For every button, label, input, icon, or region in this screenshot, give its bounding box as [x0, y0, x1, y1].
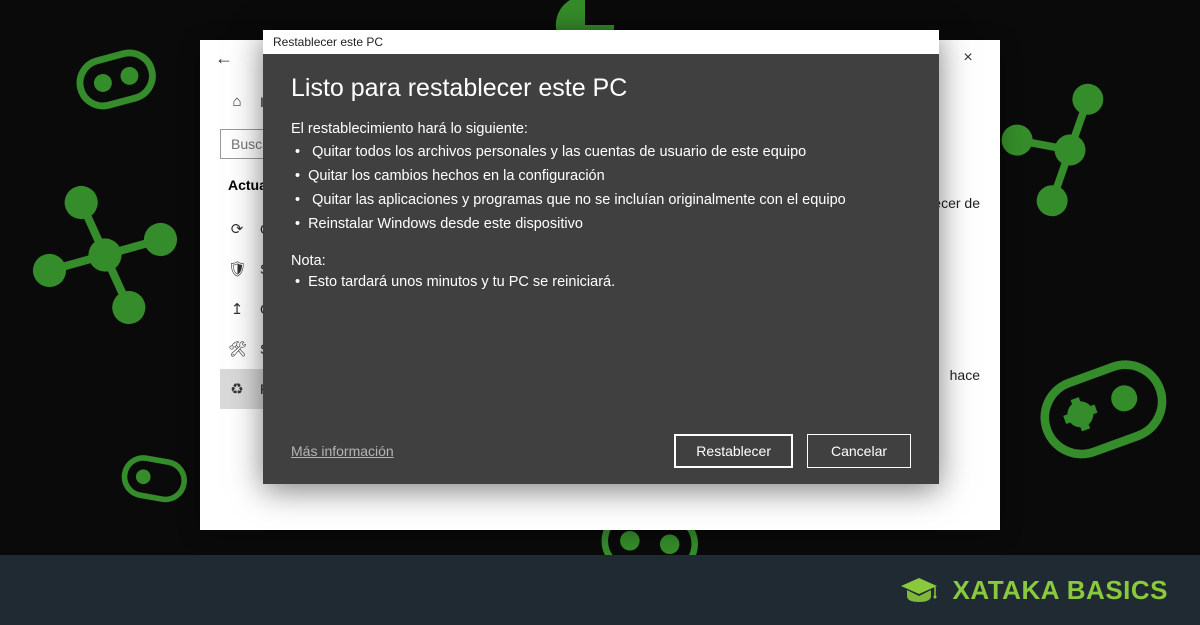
- network-icon: [974, 54, 1165, 245]
- dialog-note-label: Nota:: [291, 253, 911, 269]
- upload-icon: ↥: [228, 300, 246, 318]
- list-item: Esto tardará unos minutos y tu PC se rei…: [291, 271, 911, 295]
- brand-footer: XATAKA BASICS: [0, 555, 1200, 625]
- reset-button[interactable]: Restablecer: [674, 434, 793, 468]
- sync-icon: ⟳: [228, 220, 246, 238]
- shield-icon: 🛡: [228, 260, 246, 278]
- brand-text: XATAKA BASICS: [953, 575, 1168, 606]
- list-item: Quitar los cambios hechos en la configur…: [291, 165, 911, 189]
- recovery-icon: ♻: [228, 380, 246, 398]
- list-item: Reinstalar Windows desde este dispositiv…: [291, 213, 911, 237]
- dialog-heading: Listo para restablecer este PC: [291, 74, 911, 103]
- list-item: Quitar todos los archivos personales y l…: [291, 141, 911, 165]
- home-icon: ⌂: [228, 93, 246, 110]
- dialog-action-list: Quitar todos los archivos personales y l…: [291, 141, 911, 237]
- cancel-button[interactable]: Cancelar: [807, 434, 911, 468]
- controller-icon: [997, 297, 1200, 502]
- list-item: Quitar las aplicaciones y programas que …: [291, 189, 911, 213]
- dialog-note-list: Esto tardará unos minutos y tu PC se rei…: [291, 271, 911, 295]
- back-button[interactable]: ←: [212, 48, 236, 69]
- network-icon: [5, 155, 204, 354]
- dialog-intro-text: El restablecimiento hará lo siguiente:: [291, 121, 911, 137]
- graduation-cap-icon: [899, 576, 939, 604]
- controller-icon: [103, 423, 207, 527]
- dialog-titlebar: Restablecer este PC: [263, 30, 939, 54]
- more-info-link[interactable]: Más información: [291, 443, 394, 459]
- wrench-icon: 🛠: [228, 340, 246, 358]
- window-close-button[interactable]: ×: [948, 49, 988, 67]
- controller-icon: [48, 8, 183, 143]
- reset-pc-dialog: Restablecer este PC Listo para restablec…: [263, 30, 939, 484]
